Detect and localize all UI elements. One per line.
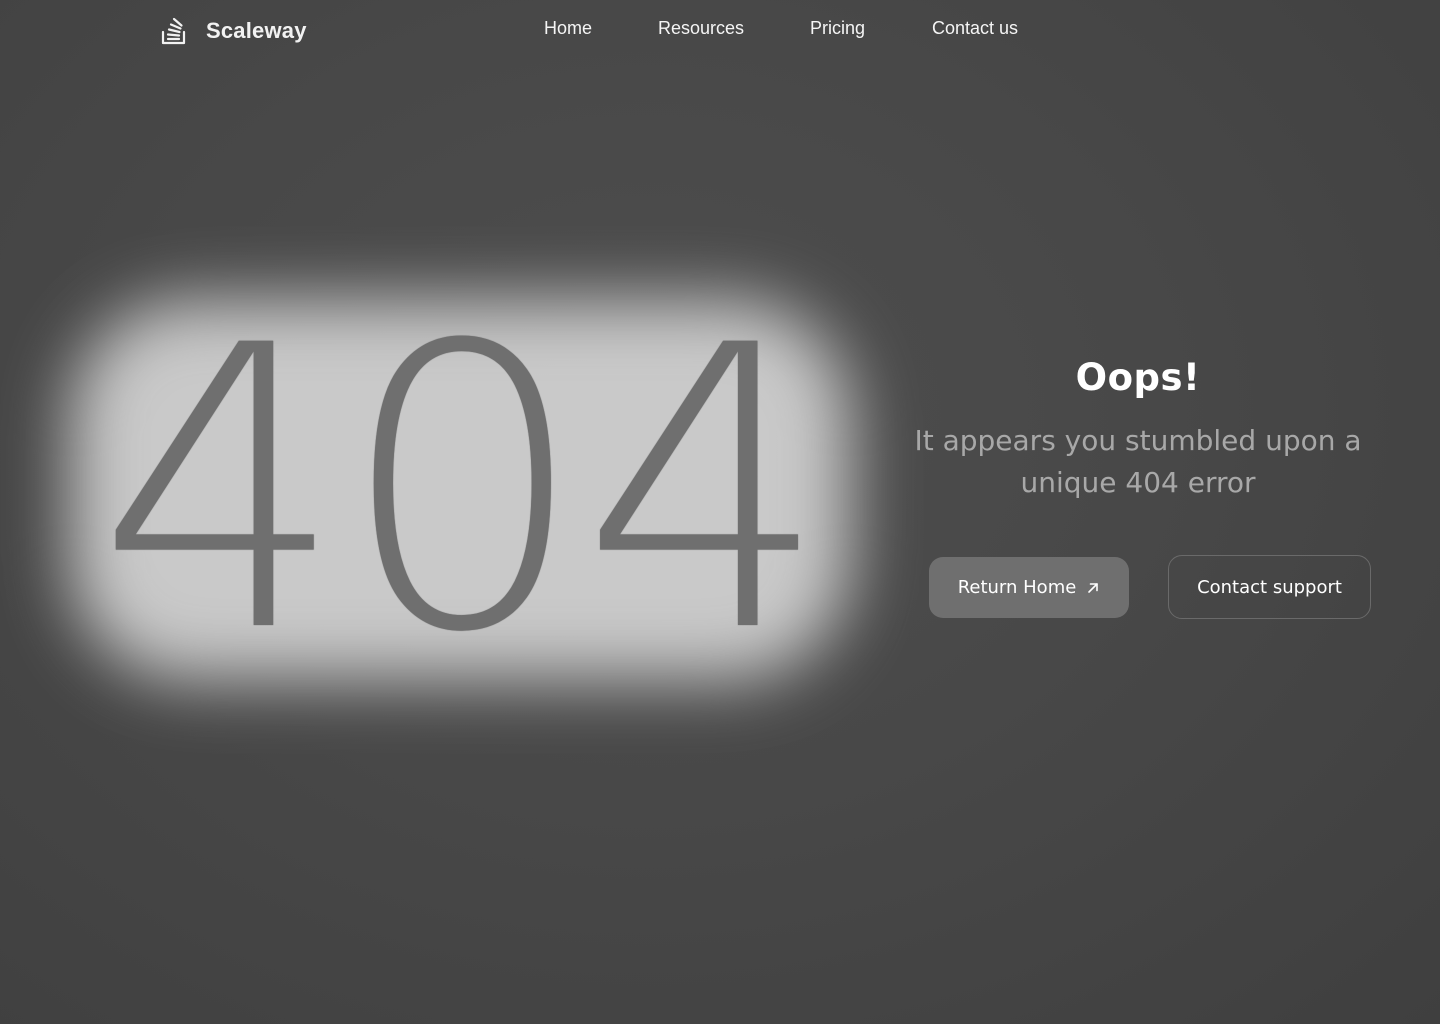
nav-item-home[interactable]: Home <box>544 18 592 39</box>
error-title: Oops! <box>1075 356 1201 399</box>
error-code: 404 <box>96 263 829 717</box>
nav-item-pricing[interactable]: Pricing <box>810 18 865 39</box>
contact-support-label: Contact support <box>1197 576 1342 598</box>
nav-item-contact-us[interactable]: Contact us <box>932 18 1018 39</box>
contact-support-button[interactable]: Contact support <box>1168 555 1371 619</box>
site-header: Scaleway Home Resources Pricing Contact … <box>0 0 1440 62</box>
main-nav: Home Resources Pricing Contact us <box>0 18 1440 44</box>
return-home-button[interactable]: Return Home <box>929 557 1129 618</box>
error-subtitle: It appears you stumbled upon a unique 40… <box>914 424 1362 499</box>
return-home-label: Return Home <box>957 577 1077 598</box>
arrow-up-right-icon <box>1088 582 1099 593</box>
nav-item-resources[interactable]: Resources <box>658 18 744 39</box>
error-message: Oops! It appears you stumbled upon a uni… <box>900 350 1376 504</box>
